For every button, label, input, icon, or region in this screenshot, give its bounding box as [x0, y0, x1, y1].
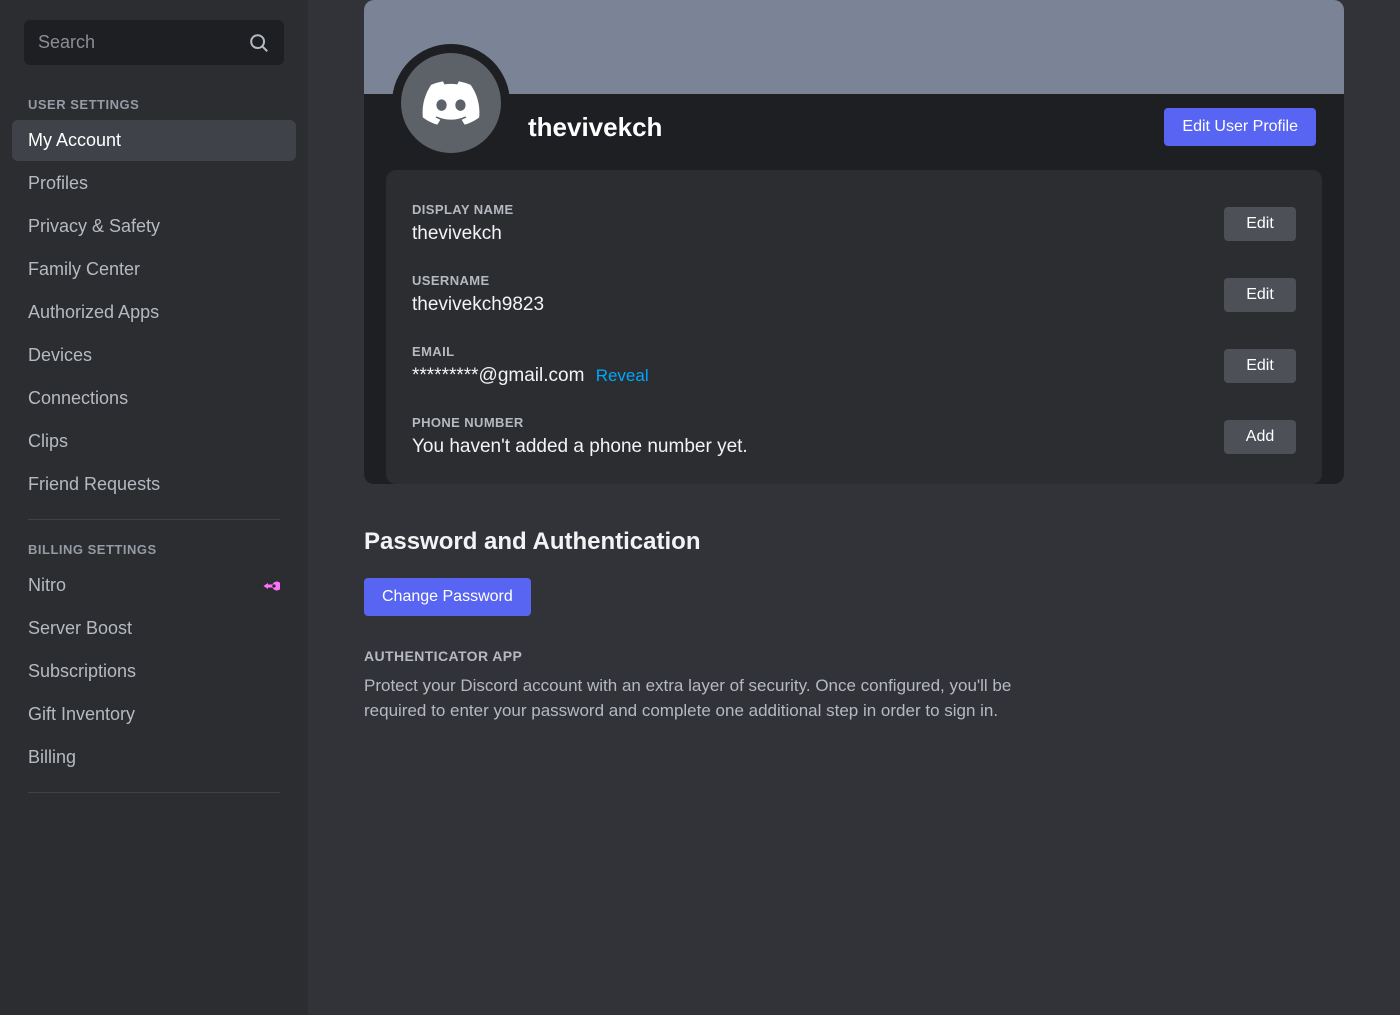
- search-input[interactable]: [24, 20, 284, 65]
- sidebar-item-label: Subscriptions: [28, 661, 136, 682]
- field-display-name: DISPLAY NAME thevivekch Edit: [412, 192, 1296, 263]
- avatar: [392, 44, 510, 162]
- password-auth-title: Password and Authentication: [364, 528, 1344, 556]
- change-password-button[interactable]: Change Password: [364, 578, 531, 616]
- edit-username-button[interactable]: Edit: [1224, 278, 1296, 312]
- sidebar-item-label: Devices: [28, 345, 92, 366]
- profile-card: thevivekch Edit User Profile DISPLAY NAM…: [364, 0, 1344, 484]
- sidebar-item-profiles[interactable]: Profiles: [12, 163, 296, 204]
- sidebar-item-label: Server Boost: [28, 618, 132, 639]
- search-container: [24, 20, 284, 65]
- sidebar-item-label: Clips: [28, 431, 68, 452]
- sidebar-divider: [28, 792, 280, 793]
- field-label: PHONE NUMBER: [412, 415, 748, 430]
- sidebar-item-label: Family Center: [28, 259, 140, 280]
- authenticator-app-label: AUTHENTICATOR APP: [364, 648, 1344, 664]
- sidebar-item-label: Gift Inventory: [28, 704, 135, 725]
- sidebar-item-label: Billing: [28, 747, 76, 768]
- sidebar-item-authorized-apps[interactable]: Authorized Apps: [12, 292, 296, 333]
- sidebar-item-label: Friend Requests: [28, 474, 160, 495]
- account-fields-panel: DISPLAY NAME thevivekch Edit USERNAME th…: [386, 170, 1322, 484]
- field-label: DISPLAY NAME: [412, 202, 514, 217]
- sidebar-item-label: Connections: [28, 388, 128, 409]
- sidebar-heading-user-settings: USER SETTINGS: [12, 89, 296, 118]
- sidebar-item-label: Profiles: [28, 173, 88, 194]
- profile-display-name: thevivekch: [528, 112, 662, 143]
- sidebar-item-subscriptions[interactable]: Subscriptions: [12, 651, 296, 692]
- field-label: EMAIL: [412, 344, 649, 359]
- field-value: You haven't added a phone number yet.: [412, 436, 748, 458]
- sidebar-item-family-center[interactable]: Family Center: [12, 249, 296, 290]
- field-label: USERNAME: [412, 273, 544, 288]
- sidebar-item-privacy-safety[interactable]: Privacy & Safety: [12, 206, 296, 247]
- sidebar-item-server-boost[interactable]: Server Boost: [12, 608, 296, 649]
- sidebar-item-gift-inventory[interactable]: Gift Inventory: [12, 694, 296, 735]
- sidebar-item-billing[interactable]: Billing: [12, 737, 296, 778]
- profile-banner: [364, 0, 1344, 94]
- nitro-icon: [262, 577, 280, 595]
- add-phone-button[interactable]: Add: [1224, 420, 1296, 454]
- sidebar-item-my-account[interactable]: My Account: [12, 120, 296, 161]
- sidebar-heading-billing-settings: BILLING SETTINGS: [12, 534, 296, 563]
- edit-display-name-button[interactable]: Edit: [1224, 207, 1296, 241]
- sidebar-item-label: My Account: [28, 130, 121, 151]
- field-value: thevivekch9823: [412, 294, 544, 316]
- field-email: EMAIL *********@gmail.com Reveal Edit: [412, 334, 1296, 405]
- authenticator-app-description: Protect your Discord account with an ext…: [364, 674, 1024, 723]
- edit-user-profile-button[interactable]: Edit User Profile: [1164, 108, 1316, 146]
- sidebar-item-label: Authorized Apps: [28, 302, 159, 323]
- sidebar-item-connections[interactable]: Connections: [12, 378, 296, 419]
- field-value: thevivekch: [412, 223, 514, 245]
- sidebar-item-friend-requests[interactable]: Friend Requests: [12, 464, 296, 505]
- edit-email-button[interactable]: Edit: [1224, 349, 1296, 383]
- profile-header: thevivekch Edit User Profile: [364, 94, 1344, 170]
- reveal-email-link[interactable]: Reveal: [596, 366, 649, 385]
- sidebar-item-label: Nitro: [28, 575, 66, 596]
- search-icon: [248, 32, 270, 54]
- sidebar-item-label: Privacy & Safety: [28, 216, 160, 237]
- avatar-inner: [401, 53, 501, 153]
- discord-logo-icon: [422, 81, 480, 125]
- sidebar-item-nitro[interactable]: Nitro: [12, 565, 296, 606]
- field-value: *********@gmail.com Reveal: [412, 365, 649, 387]
- email-masked: *********@gmail.com: [412, 365, 584, 386]
- field-phone: PHONE NUMBER You haven't added a phone n…: [412, 405, 1296, 462]
- sidebar-divider: [28, 519, 280, 520]
- sidebar-item-clips[interactable]: Clips: [12, 421, 296, 462]
- settings-sidebar: USER SETTINGS My Account Profiles Privac…: [0, 0, 308, 1015]
- main-content: thevivekch Edit User Profile DISPLAY NAM…: [308, 0, 1400, 1015]
- sidebar-item-devices[interactable]: Devices: [12, 335, 296, 376]
- field-username: USERNAME thevivekch9823 Edit: [412, 263, 1296, 334]
